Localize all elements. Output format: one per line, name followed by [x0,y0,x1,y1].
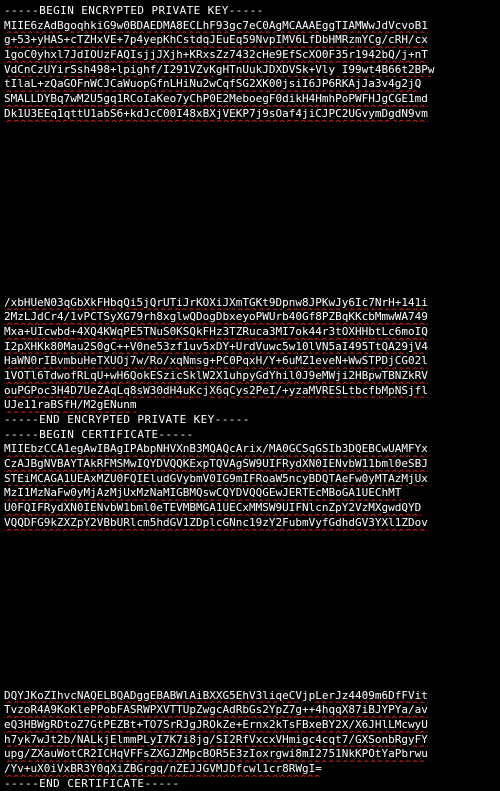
key-line: MIIE6zAdBgoqhkiG9w0BDAEDMA8ECLhF93gc7eC0… [4,18,428,32]
key-line: tIlaL+zQaGOFnWCJCaWuopGfnLHiNu2wCqfSG2XK… [4,77,422,91]
cert-line: CzAJBgNVBAYTAkRFMSMwIQYDVQQKExpTQVAgSW9U… [4,457,428,471]
cert-line: STEiMCAGA1UEAxMZU0FQIEludGVybmV0IG9mIFRo… [4,471,428,485]
private-key-end-marker: -----END ENCRYPTED PRIVATE KEY----- [4,413,250,426]
private-key-begin-marker: -----BEGIN ENCRYPTED PRIVATE KEY----- [4,4,264,17]
cert-line: TvzoR4A9KoKlePPobFASRWPXVTTUpZwgcAdRbGs2… [4,703,428,717]
certificate-begin-marker: -----BEGIN CERTIFICATE----- [4,427,194,441]
key-line: 1goC0yhxl7JdIOUzFAQIsjjJXjh+KRxsZz7432cH… [4,48,428,62]
key-line: Mxa+UIcwbd+4XQ4KWqPE5TNuS0KSQkFHz3TZRuca… [4,324,428,338]
key-line: VdCnCzUYirSsh498+lpighf/I291VZvKgHTnUukJ… [4,62,435,76]
cert-line: h7yk7wJt2b/NALkjElmmPLyI7K7i8jg/SI2RfVxc… [4,732,428,746]
private-key-body-bottom: /xbHUeN03qGbXkFHbqQi5jQrUTiJrKOXiJXmTGKt… [4,296,496,414]
key-line: SMALLDYBq7wM2U5gq1RCoIaKeo7yChP0E2Meboeg… [4,92,428,106]
cert-line: U0FQIFRydXN0IENvbW1bml0eTEVMBMGA1UECxMMS… [4,501,422,515]
key-line: UJe11raBSfH/M2gENunm [4,398,137,412]
private-key-body-top: MIIE6zAdBgoqhkiG9w0BDAEDMA8ECLhF93gc7eC0… [4,19,496,122]
cert-line: eQ3HBWgRDtoZ7GtPEZBt+TO7SrRJgJROkZe+Ernx… [4,717,428,731]
redaction-block [4,121,496,296]
cert-line: MzI1MzNaFw0yMjAzMjUxMzNaMIGBMQswCQYDVQQG… [4,486,402,500]
cert-line: MIIEbzCCA1egAwIBAgIPAbpNHVXnB3MQAQcArix/… [4,442,428,456]
certificate-body-bottom: DQYJKoZIhvcNAQELBQADggEBABWlAiBXXG5EhV3l… [4,689,496,777]
cert-line: DQYJKoZIhvcNAQELBQADggEBABWlAiBXXG5EhV3l… [4,688,428,702]
certificate-body-top: MIIEbzCCA1egAwIBAgIPAbpNHVXnB3MQAQcArix/… [4,442,496,530]
key-line: I2pXHKk80Mau2S0gC++V0ne53zf1uv5xDY+UrdVu… [4,339,428,353]
key-line: Dk1U3EEq1qttU1abS6+kdJcC00I48xBXjVEKP7j9… [4,106,428,120]
cert-line: /Yv+uX0iVxBR3Y0qXiZBGrgq/nZEJJGVMJDfcwl1… [4,761,322,775]
key-line: 2MzLJdCr4/1vPCTSyXG79rh8xglwQDogDbxeyoPW… [4,310,428,324]
terminal-window: -----BEGIN ENCRYPTED PRIVATE KEY----- MI… [0,0,500,790]
redaction-block [4,530,496,689]
key-line: /xbHUeN03qGbXkFHbqQi5jQrUTiJrKOXiJXmTGKt… [4,295,428,309]
certificate-end-marker: -----END CERTIFICATE----- [4,776,180,790]
key-line: 1VOTl6TdwofRLqU+wH6QokESzicSklW2X1uhpyGd… [4,368,428,382]
cert-line: VQQDFG9kZXZpY2VBbURlcm5hdGV1ZDplcGNnc19z… [4,515,428,529]
terminal-output[interactable]: -----BEGIN ENCRYPTED PRIVATE KEY----- MI… [4,4,496,791]
key-line: ouPGPoc3H4D7UeZAqLq8sW30dH4uKcjX6qCys2Pe… [4,383,428,397]
key-line: g+53+yHAS+cTZHxVE+7p4yepKhCstdqJEuEq59Nv… [4,33,428,47]
cert-line: upg/ZXauWotCR2ICHqVFFsZXGJZMpcBOR5E3zIox… [4,747,428,761]
key-line: HaWN0rIBvmbuHeTXUOj7w/Ro/xqNmsg+PC0PqxH/… [4,354,428,368]
